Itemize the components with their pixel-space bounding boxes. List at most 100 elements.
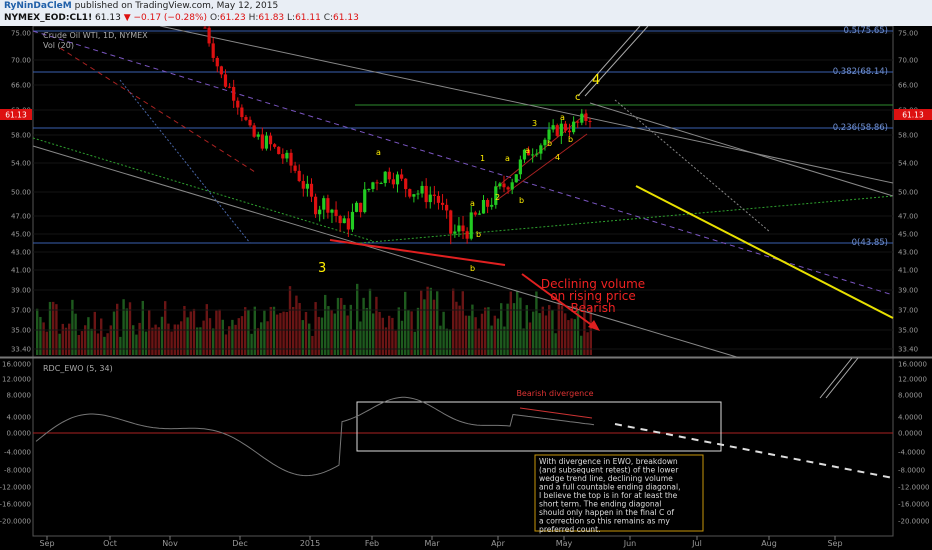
price-tick-left: 58.00 xyxy=(11,132,31,140)
candle-body xyxy=(555,125,559,136)
fib-label-0.382: 0.382(68.14) xyxy=(833,67,888,77)
candle-body xyxy=(330,209,334,213)
candle-body xyxy=(227,86,232,88)
volume-bar xyxy=(266,321,269,355)
volume-bar xyxy=(103,336,106,355)
time-tick-label: May xyxy=(556,539,573,548)
price-tick-left: 50.00 xyxy=(11,189,31,197)
volume-bar xyxy=(151,327,154,355)
wave-label-a-4: a xyxy=(560,113,565,122)
candle-body xyxy=(518,159,522,175)
candle-body xyxy=(260,134,264,149)
indicator-tick-left: -12.0000 xyxy=(0,484,31,492)
volume-label: Vol (20) xyxy=(43,41,74,50)
volume-bar xyxy=(516,291,519,355)
candle-body xyxy=(297,170,301,182)
candle-body xyxy=(477,213,482,215)
candle-body xyxy=(240,107,244,118)
low-value: 61.11 xyxy=(295,13,321,23)
volume-bar xyxy=(311,335,314,355)
candle-body xyxy=(338,215,342,224)
wave-label-c: c xyxy=(575,92,581,103)
volume-bar xyxy=(260,322,263,355)
price-tick-left: 75.00 xyxy=(11,30,31,38)
volume-bar xyxy=(324,294,327,355)
candle-body xyxy=(256,134,260,137)
candle-body xyxy=(576,121,580,123)
candle-body xyxy=(453,231,457,234)
time-tick-label: Jun xyxy=(623,539,637,548)
candle-body xyxy=(580,113,584,123)
candle-body xyxy=(395,174,400,185)
candle-body xyxy=(486,200,490,207)
indicator-tick-left: -8.0000 xyxy=(4,467,31,475)
volume-bar xyxy=(394,330,397,355)
time-tick-label: 2015 xyxy=(300,539,320,548)
volume-bar xyxy=(298,302,301,355)
volume-bar xyxy=(512,303,516,355)
volume-bar xyxy=(586,332,589,355)
candle-body xyxy=(420,185,424,194)
volume-bar xyxy=(196,327,199,355)
price-tick-left: 66.00 xyxy=(11,82,31,90)
candle-body xyxy=(273,144,277,147)
volume-bar xyxy=(487,307,490,355)
volume-bar xyxy=(71,299,74,355)
wave-label-4-small: 4 xyxy=(555,153,560,162)
volume-bar xyxy=(426,286,429,355)
indicator-tick-right: 12.0000 xyxy=(898,376,927,384)
candle-body xyxy=(428,194,432,203)
volume-bar xyxy=(554,333,557,355)
time-tick-label: Aug xyxy=(761,539,777,548)
candle-body xyxy=(539,145,543,154)
symbol-label: NYMEX_EOD:CL1! xyxy=(4,13,93,23)
price-tick-left: 43.00 xyxy=(11,249,31,257)
volume-bar xyxy=(189,311,192,355)
high-label: H: xyxy=(248,13,259,23)
volume-bar xyxy=(288,286,292,355)
candle-body xyxy=(588,120,592,122)
volume-bar xyxy=(327,306,330,355)
volume-bar xyxy=(365,307,368,355)
candle-body xyxy=(514,174,518,183)
candle-body xyxy=(490,204,494,207)
candle-body xyxy=(391,179,396,185)
volume-bar xyxy=(580,335,583,355)
candle-body xyxy=(309,183,314,197)
candle-body xyxy=(350,211,355,230)
volume-bar xyxy=(215,310,218,355)
ohlc-line: NYMEX_EOD:CL1! 61.13 ▼ −0.17 (−0.28%) O:… xyxy=(4,13,359,23)
candle-body xyxy=(379,183,383,185)
candle-body xyxy=(473,212,477,215)
time-tick-label: Sep xyxy=(827,539,842,548)
price-badge-right-text: 61.13 xyxy=(902,111,924,120)
candle-body xyxy=(498,183,502,187)
volume-bar xyxy=(231,319,234,355)
volume-bar xyxy=(167,323,170,355)
volume-bar xyxy=(384,327,388,355)
indicator-tick-left: 8.0000 xyxy=(7,392,32,400)
publish-line: RyNinDaCleM published on TradingView.com… xyxy=(4,1,278,11)
volume-bar xyxy=(506,303,509,355)
wave-label-b-1: b xyxy=(476,230,481,239)
volume-bar xyxy=(352,329,356,355)
price-tick-right: 58.00 xyxy=(898,132,918,140)
candle-body xyxy=(481,200,486,214)
volume-bar xyxy=(250,333,253,355)
indicator-tick-left: -4.0000 xyxy=(4,449,31,457)
price-tick-right: 47.00 xyxy=(898,213,918,221)
candle-body xyxy=(252,125,256,137)
wave-label-a-5: a xyxy=(525,146,530,155)
volume-bar xyxy=(356,283,359,355)
chart-canvas[interactable]: 3 4 c a a b b 1 2 3 4 a b b a b a Declin… xyxy=(0,26,932,550)
volume-bar xyxy=(282,311,285,355)
candle-body xyxy=(248,119,252,126)
volume-bar xyxy=(445,328,448,355)
candle-body xyxy=(293,165,297,171)
volume-bar xyxy=(410,311,413,355)
volume-bar xyxy=(308,323,311,355)
candle-body xyxy=(404,178,408,190)
author-link[interactable]: RyNinDaCleM xyxy=(4,1,72,11)
volume-bar xyxy=(42,322,45,355)
price-badge-left-text: 61.13 xyxy=(5,111,27,120)
